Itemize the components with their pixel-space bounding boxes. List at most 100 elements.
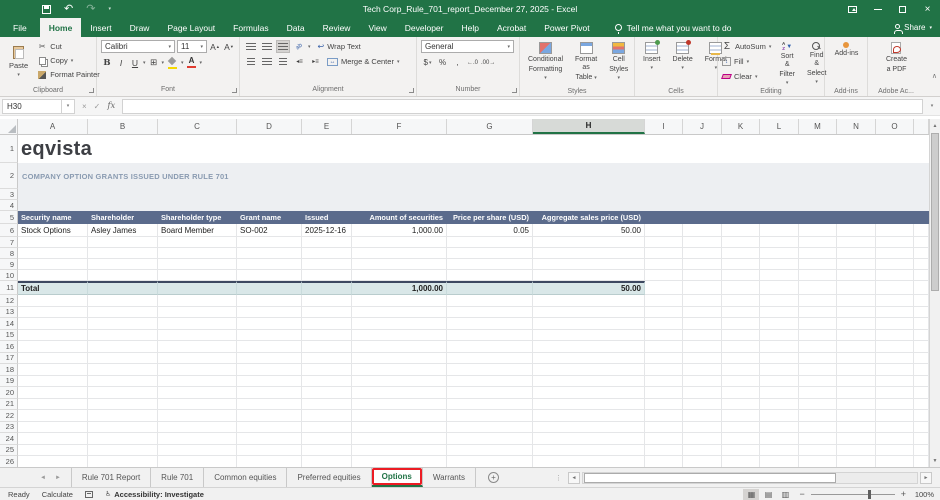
cell-A25[interactable] xyxy=(18,445,88,457)
cell-N22[interactable] xyxy=(837,410,876,422)
cell-O18[interactable] xyxy=(876,364,914,376)
cell-I7[interactable] xyxy=(645,237,683,248)
cell-M24[interactable] xyxy=(799,433,837,445)
cell-M25[interactable] xyxy=(799,445,837,457)
cell-K12[interactable] xyxy=(722,295,760,307)
cell-F18[interactable] xyxy=(352,364,447,376)
align-center-icon[interactable] xyxy=(260,55,274,68)
cell-O19[interactable] xyxy=(876,376,914,388)
cell-I16[interactable] xyxy=(645,341,683,353)
cell-C5[interactable]: Shareholder type xyxy=(158,211,237,224)
cell-H23[interactable] xyxy=(533,422,645,434)
cell-H16[interactable] xyxy=(533,341,645,353)
underline-caret-icon[interactable]: ▾ xyxy=(143,60,146,66)
cell-J20[interactable] xyxy=(683,387,722,399)
column-header-D[interactable]: D xyxy=(237,119,302,134)
cell-B15[interactable] xyxy=(88,330,158,342)
cell-C10[interactable] xyxy=(158,270,237,281)
row-2-band[interactable]: COMPANY OPTION GRANTS ISSUED UNDER RULE … xyxy=(18,163,929,189)
cell-D26[interactable] xyxy=(237,456,302,468)
cell-C26[interactable] xyxy=(158,456,237,468)
ribbon-tab-acrobat[interactable]: Acrobat xyxy=(488,18,535,37)
cell-D17[interactable] xyxy=(237,353,302,365)
cell-A10[interactable] xyxy=(18,270,88,281)
number-dialog-launcher-icon[interactable] xyxy=(512,88,517,93)
cell-C15[interactable] xyxy=(158,330,237,342)
row-header-15[interactable]: 15 xyxy=(0,330,18,342)
cell-G20[interactable] xyxy=(447,387,533,399)
cell-A13[interactable] xyxy=(18,307,88,319)
cell-P7[interactable] xyxy=(914,237,929,248)
cell-K23[interactable] xyxy=(722,422,760,434)
cell-A19[interactable] xyxy=(18,376,88,388)
cell-C19[interactable] xyxy=(158,376,237,388)
cell-P5[interactable] xyxy=(914,211,929,224)
cell-D22[interactable] xyxy=(237,410,302,422)
row-header-2[interactable]: 2 xyxy=(0,163,18,189)
align-top-icon[interactable] xyxy=(244,40,258,53)
select-all-corner[interactable] xyxy=(0,119,18,134)
cell-G26[interactable] xyxy=(447,456,533,468)
row-header-3[interactable]: 3 xyxy=(0,189,18,200)
macro-record-icon[interactable] xyxy=(85,490,93,499)
cell-J11[interactable] xyxy=(683,281,722,295)
cell-C14[interactable] xyxy=(158,318,237,330)
scroll-left-icon[interactable]: ◄ xyxy=(568,472,580,484)
cell-H12[interactable] xyxy=(533,295,645,307)
row-header-11[interactable]: 11 xyxy=(0,281,18,295)
cell-F22[interactable] xyxy=(352,410,447,422)
scrollbar-grip-icon[interactable]: ⋮ xyxy=(555,474,562,482)
cell-J5[interactable] xyxy=(683,211,722,224)
cell-M26[interactable] xyxy=(799,456,837,468)
cell-E24[interactable] xyxy=(302,433,352,445)
cell-I18[interactable] xyxy=(645,364,683,376)
cell-E22[interactable] xyxy=(302,410,352,422)
cell-D9[interactable] xyxy=(237,259,302,270)
cell-M20[interactable] xyxy=(799,387,837,399)
cell-C6[interactable]: Board Member xyxy=(158,224,237,237)
cell-N18[interactable] xyxy=(837,364,876,376)
zoom-slider-thumb[interactable] xyxy=(868,490,871,499)
cell-E7[interactable] xyxy=(302,237,352,248)
cell-N11[interactable] xyxy=(837,281,876,295)
cell-D18[interactable] xyxy=(237,364,302,376)
cell-J19[interactable] xyxy=(683,376,722,388)
cell-K14[interactable] xyxy=(722,318,760,330)
cell-C13[interactable] xyxy=(158,307,237,319)
sheet-tab-preferred-equities[interactable]: Preferred equities xyxy=(287,468,371,487)
cell-K26[interactable] xyxy=(722,456,760,468)
cell-A26[interactable] xyxy=(18,456,88,468)
cell-A18[interactable] xyxy=(18,364,88,376)
cell-H25[interactable] xyxy=(533,445,645,457)
cell-N19[interactable] xyxy=(837,376,876,388)
cell-E21[interactable] xyxy=(302,399,352,411)
cell-O25[interactable] xyxy=(876,445,914,457)
cell-N25[interactable] xyxy=(837,445,876,457)
cell-I5[interactable] xyxy=(645,211,683,224)
ribbon-tab-power-pivot[interactable]: Power Pivot xyxy=(535,18,598,37)
cell-M21[interactable] xyxy=(799,399,837,411)
cell-B16[interactable] xyxy=(88,341,158,353)
autosum-button[interactable]: ΣAutoSum▾ xyxy=(722,40,771,53)
cell-F20[interactable] xyxy=(352,387,447,399)
cell-N12[interactable] xyxy=(837,295,876,307)
cell-N26[interactable] xyxy=(837,456,876,468)
cell-N6[interactable] xyxy=(837,224,876,237)
cell-O13[interactable] xyxy=(876,307,914,319)
share-button[interactable]: Share ▾ xyxy=(895,18,932,37)
cell-E9[interactable] xyxy=(302,259,352,270)
row-header-7[interactable]: 7 xyxy=(0,237,18,248)
zoom-in-icon[interactable]: + xyxy=(901,489,906,499)
cell-M16[interactable] xyxy=(799,341,837,353)
cell-J14[interactable] xyxy=(683,318,722,330)
cell-M8[interactable] xyxy=(799,248,837,259)
cell-P20[interactable] xyxy=(914,387,929,399)
row-header-22[interactable]: 22 xyxy=(0,410,18,422)
cell-G14[interactable] xyxy=(447,318,533,330)
row-header-12[interactable]: 12 xyxy=(0,295,18,307)
ribbon-tab-view[interactable]: View xyxy=(359,18,395,37)
cell-J7[interactable] xyxy=(683,237,722,248)
cell-A24[interactable] xyxy=(18,433,88,445)
cell-F17[interactable] xyxy=(352,353,447,365)
cell-P22[interactable] xyxy=(914,410,929,422)
